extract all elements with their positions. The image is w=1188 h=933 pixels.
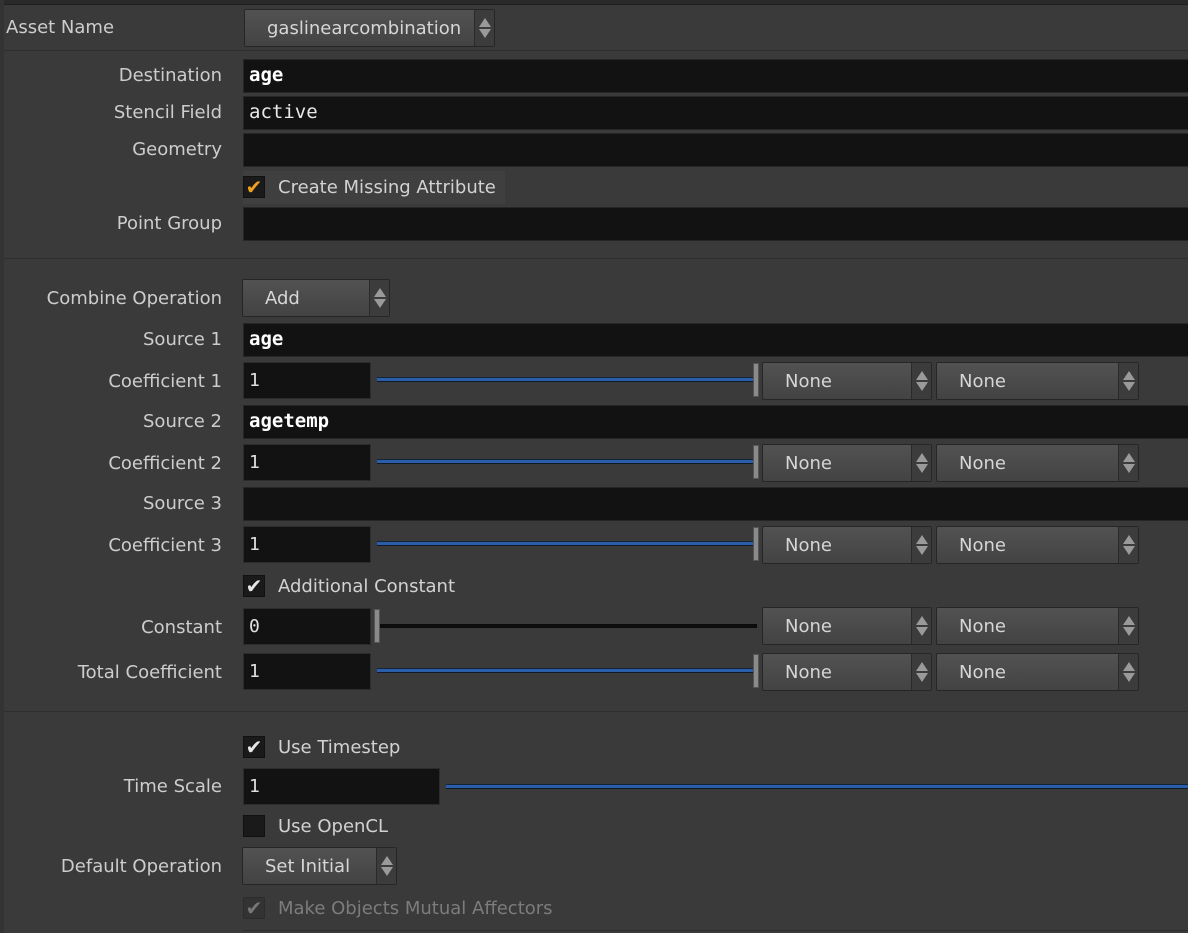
constant-slider[interactable]	[377, 624, 757, 628]
up-down-arrows-icon	[911, 445, 931, 481]
checkmark-icon[interactable]: ✔	[243, 575, 265, 597]
source-2-label: Source 2	[143, 411, 222, 432]
checkmark-icon[interactable]: ✔	[243, 176, 265, 198]
menu-value: None	[959, 371, 1006, 392]
combine-operation-value: Add	[265, 288, 300, 309]
source-1-label: Source 1	[143, 329, 222, 350]
additional-constant-toggle[interactable]: ✔ Additional Constant	[243, 571, 455, 601]
coefficient-3-slider-handle[interactable]	[753, 527, 759, 561]
constant-field[interactable]: 0	[243, 608, 371, 645]
default-operation-label: Default Operation	[60, 856, 222, 877]
total-coefficient-slider[interactable]	[377, 668, 757, 673]
up-down-arrows-icon	[911, 527, 931, 563]
geometry-label: Geometry	[132, 139, 222, 160]
source-3-field[interactable]	[243, 487, 1188, 521]
mutual-affectors-toggle: ✔ Make Objects Mutual Affectors	[243, 893, 553, 923]
point-group-field[interactable]	[243, 207, 1188, 241]
up-down-arrows-icon	[911, 654, 931, 690]
create-missing-toggle[interactable]: ✔ Create Missing Attribute	[243, 172, 496, 202]
menu-value: None	[785, 371, 832, 392]
coefficient-1-slider[interactable]	[377, 377, 757, 382]
total-coefficient-slider-handle[interactable]	[753, 654, 759, 688]
coefficient-3-menu-a[interactable]: None	[762, 526, 932, 564]
source-2-field[interactable]: agetemp	[243, 405, 1188, 439]
constant-menu-a[interactable]: None	[762, 607, 932, 645]
menu-value: None	[785, 616, 832, 637]
up-down-arrows-icon	[1118, 654, 1138, 690]
coefficient-3-label: Coefficient 3	[108, 535, 222, 556]
up-down-arrows-icon	[369, 280, 389, 316]
coefficient-1-slider-handle[interactable]	[753, 363, 759, 397]
mutual-affectors-label: Make Objects Mutual Affectors	[278, 897, 553, 919]
coefficient-2-label: Coefficient 2	[108, 453, 222, 474]
total-coefficient-menu-b[interactable]: None	[936, 653, 1139, 691]
separator	[4, 711, 1188, 712]
coefficient-3-menu-b[interactable]: None	[936, 526, 1139, 564]
constant-menu-b[interactable]: None	[936, 607, 1139, 645]
up-down-arrows-icon	[1118, 608, 1138, 644]
menu-value: None	[785, 535, 832, 556]
source-3-label: Source 3	[143, 493, 222, 514]
asset-name-value: gaslinearcombination	[267, 18, 462, 39]
up-down-arrows-icon	[1118, 363, 1138, 399]
total-coefficient-label: Total Coefficient	[77, 662, 222, 683]
coefficient-3-slider[interactable]	[377, 541, 757, 546]
coefficient-2-slider[interactable]	[377, 459, 757, 464]
destination-field[interactable]: age	[243, 59, 1188, 93]
stencil-field-label: Stencil Field	[113, 102, 222, 123]
point-group-label: Point Group	[116, 213, 222, 234]
additional-constant-label: Additional Constant	[278, 575, 456, 597]
geometry-field[interactable]	[243, 133, 1188, 167]
coefficient-3-field[interactable]: 1	[243, 526, 371, 563]
use-opencl-toggle[interactable]: Use OpenCL	[243, 811, 388, 841]
combine-operation-label: Combine Operation	[46, 288, 222, 309]
up-down-arrows-icon	[911, 608, 931, 644]
menu-value: None	[959, 453, 1006, 474]
asset-name-label: Asset Name	[6, 17, 115, 38]
constant-label: Constant	[141, 617, 222, 638]
total-coefficient-field[interactable]: 1	[243, 653, 371, 690]
bottom-border	[243, 930, 1188, 931]
coefficient-2-menu-b[interactable]: None	[936, 444, 1139, 482]
checkmark-icon[interactable]: ✔	[243, 736, 265, 758]
up-down-arrows-icon	[1118, 527, 1138, 563]
menu-value: None	[785, 662, 832, 683]
use-timestep-toggle[interactable]: ✔ Use Timestep	[243, 732, 400, 762]
time-scale-field[interactable]: 1	[243, 768, 440, 805]
constant-slider-handle[interactable]	[374, 609, 380, 643]
source-1-field[interactable]: age	[243, 323, 1188, 357]
menu-value: None	[959, 662, 1006, 683]
coefficient-2-slider-handle[interactable]	[753, 445, 759, 479]
menu-value: None	[785, 453, 832, 474]
coefficient-2-field[interactable]: 1	[243, 444, 371, 481]
panel-top-border	[0, 0, 1188, 5]
default-operation-value: Set Initial	[265, 856, 351, 877]
combine-operation-menu[interactable]: Add	[242, 279, 390, 317]
coefficient-1-field[interactable]: 1	[243, 362, 371, 399]
asset-name-menu[interactable]: gaslinearcombination	[244, 9, 495, 47]
checkmark-icon: ✔	[243, 897, 265, 919]
coefficient-1-menu-b[interactable]: None	[936, 362, 1139, 400]
coefficient-1-menu-a[interactable]: None	[762, 362, 932, 400]
menu-value: None	[959, 616, 1006, 637]
coefficient-1-label: Coefficient 1	[108, 371, 222, 392]
up-down-arrows-icon	[1118, 445, 1138, 481]
menu-value: None	[959, 535, 1006, 556]
time-scale-label: Time Scale	[123, 776, 222, 797]
separator	[4, 50, 1188, 51]
total-coefficient-menu-a[interactable]: None	[762, 653, 932, 691]
destination-label: Destination	[118, 65, 222, 86]
up-down-arrows-icon	[376, 848, 396, 884]
up-down-arrows-icon	[474, 10, 494, 46]
up-down-arrows-icon	[911, 363, 931, 399]
stencil-field[interactable]: active	[243, 96, 1188, 130]
time-scale-slider[interactable]	[446, 784, 1188, 789]
checkbox-empty-icon[interactable]	[243, 815, 265, 837]
coefficient-2-menu-a[interactable]: None	[762, 444, 932, 482]
create-missing-label: Create Missing Attribute	[278, 176, 496, 198]
use-opencl-label: Use OpenCL	[278, 815, 389, 837]
default-operation-menu[interactable]: Set Initial	[242, 847, 397, 885]
use-timestep-label: Use Timestep	[278, 736, 401, 758]
separator	[4, 258, 1188, 259]
